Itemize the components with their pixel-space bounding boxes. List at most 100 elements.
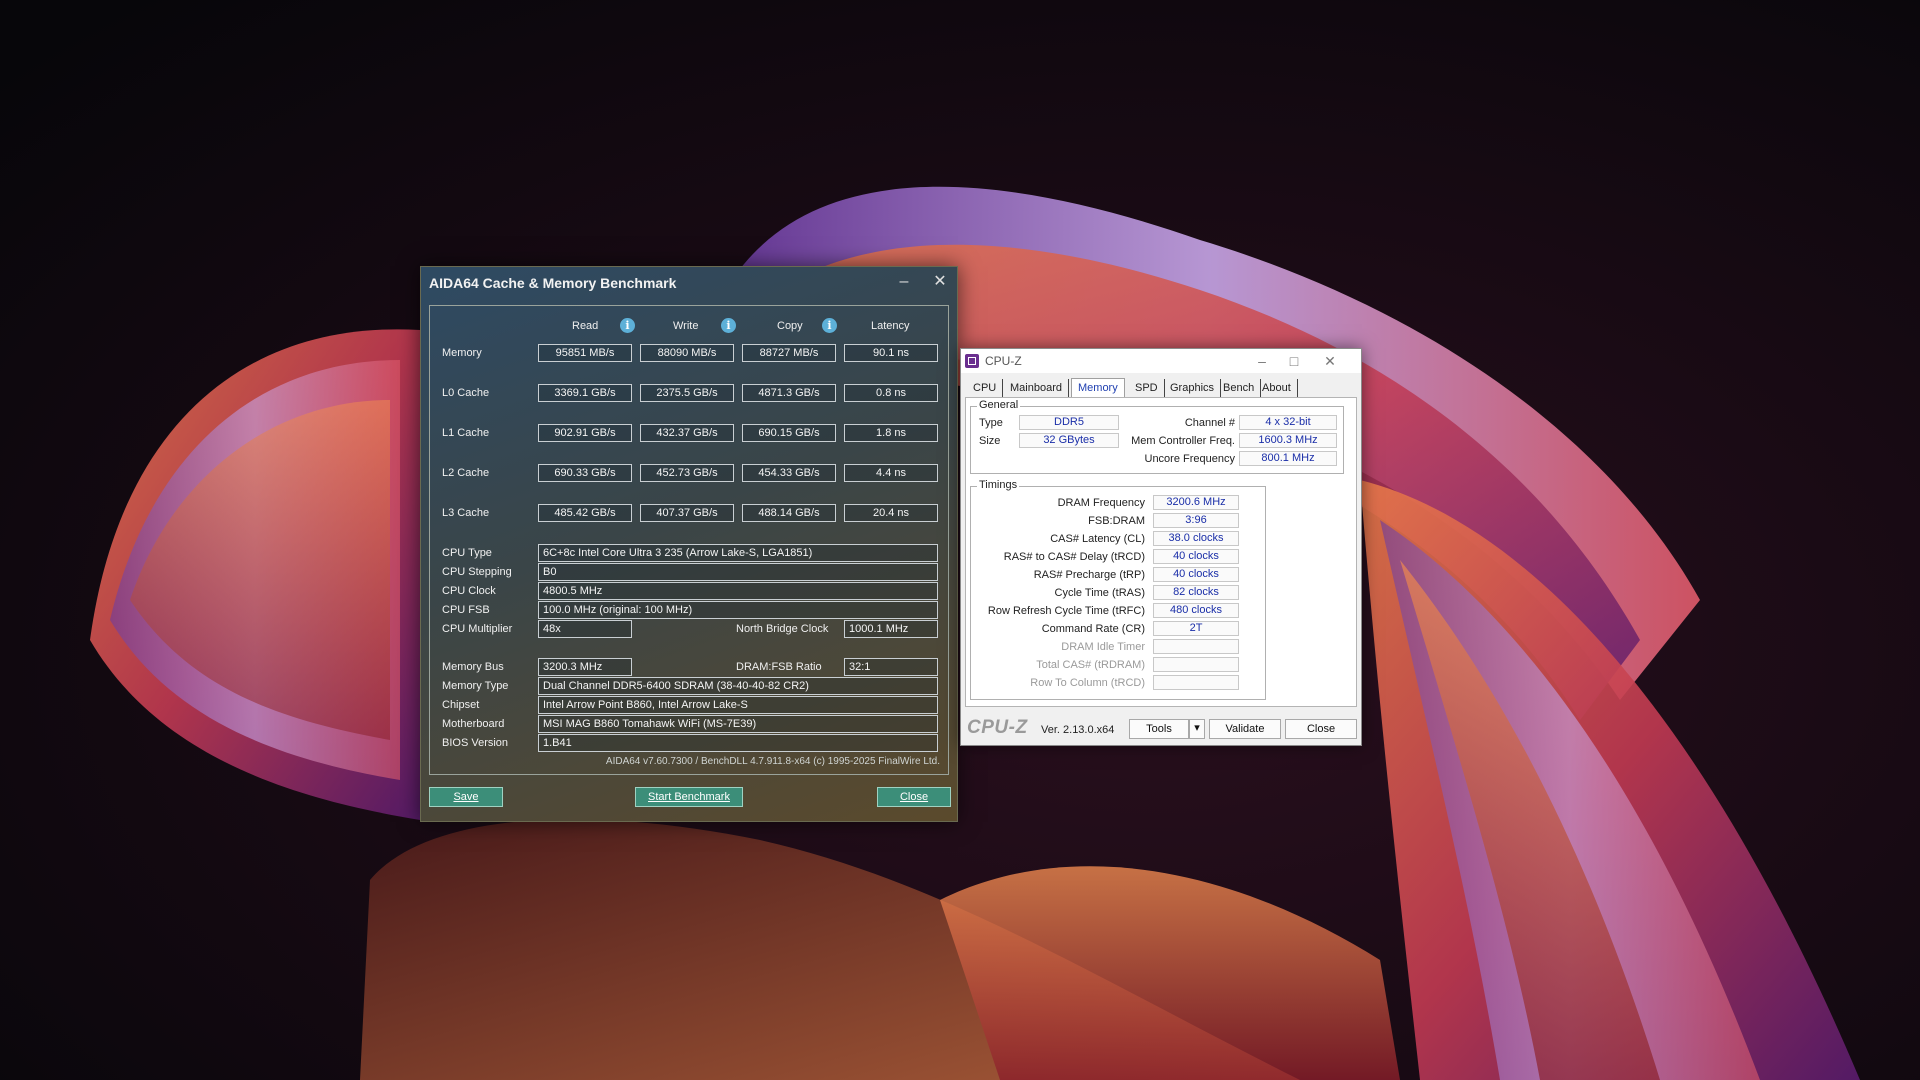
cpu-fsb-label: CPU FSB	[442, 604, 490, 616]
type-value: DDR5	[1019, 415, 1119, 430]
column-header-latency: Latency	[871, 320, 910, 332]
tab-bench[interactable]: Bench	[1217, 379, 1262, 397]
tab-mainboard[interactable]: Mainboard	[1004, 379, 1069, 397]
memory-type-value: Dual Channel DDR5-6400 SDRAM (38-40-40-8…	[538, 677, 938, 695]
l1-write-value: 432.37 GB/s	[640, 424, 734, 442]
channel-value: 4 x 32-bit	[1239, 415, 1337, 430]
minimize-icon[interactable]: –	[891, 271, 917, 293]
save-button[interactable]: Save	[429, 787, 503, 807]
chipset-value: Intel Arrow Point B860, Intel Arrow Lake…	[538, 696, 938, 714]
validate-button[interactable]: Validate	[1209, 719, 1281, 739]
l3-write-value: 407.37 GB/s	[640, 504, 734, 522]
row-label: L0 Cache	[442, 387, 490, 399]
memory-write-value: 88090 MB/s	[640, 344, 734, 362]
timing-label: Total CAS# (tRDRAM)	[1036, 659, 1145, 671]
chipset-label: Chipset	[442, 699, 480, 711]
maximize-icon[interactable]: □	[1281, 351, 1307, 371]
timing-label: DRAM Frequency	[1057, 497, 1145, 509]
start-benchmark-button[interactable]: Start Benchmark	[635, 787, 743, 807]
l1-read-value: 902.91 GB/s	[538, 424, 632, 442]
cpuz-bottom-bar: CPU-Z Ver. 2.13.0.x64 Tools ▾ Validate C…	[961, 711, 1361, 745]
timing-value: 38.0 clocks	[1153, 531, 1239, 546]
timing-value: 3:96	[1153, 513, 1239, 528]
nb-clock-label: North Bridge Clock	[736, 623, 829, 635]
timing-label: CAS# Latency (CL)	[1050, 533, 1145, 545]
l3-copy-value: 488.14 GB/s	[742, 504, 836, 522]
l0-latency-value: 0.8 ns	[844, 384, 938, 402]
timing-value: 82 clocks	[1153, 585, 1239, 600]
version-footer: AIDA64 v7.60.7300 / BenchDLL 4.7.911.8-x…	[605, 756, 940, 767]
timing-label: Cycle Time (tRAS)	[1054, 587, 1145, 599]
l0-write-value: 2375.5 GB/s	[640, 384, 734, 402]
version-label: Ver. 2.13.0.x64	[1041, 724, 1115, 736]
close-icon[interactable]: ✕	[1317, 351, 1343, 371]
column-header-copy: Copy	[777, 320, 803, 332]
timing-label: DRAM Idle Timer	[1061, 641, 1145, 653]
cpu-type-value: 6C+8c Intel Core Ultra 3 235 (Arrow Lake…	[538, 544, 938, 562]
write-info-icon[interactable]: i	[721, 318, 736, 333]
tab-about[interactable]: About	[1256, 379, 1298, 397]
memory-tab-content: General Type DDR5 Size 32 GBytes Channel…	[965, 397, 1357, 707]
memory-bus-label: Memory Bus	[442, 661, 504, 673]
aida64-benchmark-window: AIDA64 Cache & Memory Benchmark – ✕ Read…	[420, 266, 958, 822]
uncore-frequency-value: 800.1 MHz	[1239, 451, 1337, 466]
memory-type-label: Memory Type	[442, 680, 509, 692]
timing-value	[1153, 639, 1239, 654]
l1-copy-value: 690.15 GB/s	[742, 424, 836, 442]
timing-label: FSB:DRAM	[1088, 515, 1145, 527]
tab-cpu[interactable]: CPU	[967, 379, 1004, 397]
close-button[interactable]: Close	[877, 787, 951, 807]
memory-read-value: 95851 MB/s	[538, 344, 632, 362]
memory-latency-value: 90.1 ns	[844, 344, 938, 362]
cpu-fsb-value: 100.0 MHz (original: 100 MHz)	[538, 601, 938, 619]
timing-label: Row To Column (tRCD)	[1030, 677, 1145, 689]
row-label: L1 Cache	[442, 427, 490, 439]
timing-label: Row Refresh Cycle Time (tRFC)	[987, 605, 1145, 617]
motherboard-value: MSI MAG B860 Tomahawk WiFi (MS-7E39)	[538, 715, 938, 733]
cpu-multiplier-label: CPU Multiplier	[442, 623, 513, 635]
tools-button[interactable]: Tools	[1129, 719, 1189, 739]
column-header-read: Read	[572, 320, 599, 332]
cpu-stepping-value: B0	[538, 563, 938, 581]
close-icon[interactable]: ✕	[927, 271, 953, 293]
cpu-clock-value: 4800.5 MHz	[538, 582, 938, 600]
l1-latency-value: 1.8 ns	[844, 424, 938, 442]
timing-value: 480 clocks	[1153, 603, 1239, 618]
size-label: Size	[979, 435, 1001, 447]
copy-info-icon[interactable]: i	[822, 318, 837, 333]
close-button[interactable]: Close	[1285, 719, 1357, 739]
read-info-icon[interactable]: i	[620, 318, 635, 333]
l3-read-value: 485.42 GB/s	[538, 504, 632, 522]
tab-graphics[interactable]: Graphics	[1164, 379, 1222, 397]
cpuz-titlebar[interactable]: CPU-Z – □ ✕	[961, 349, 1361, 373]
timing-value	[1153, 657, 1239, 672]
general-group: General Type DDR5 Size 32 GBytes Channel…	[970, 399, 1344, 474]
cpu-stepping-label: CPU Stepping	[442, 566, 512, 578]
timing-value: 40 clocks	[1153, 549, 1239, 564]
mem-controller-freq-label: Mem Controller Freq.	[1131, 435, 1235, 447]
memory-copy-value: 88727 MB/s	[742, 344, 836, 362]
dram-fsb-label: DRAM:FSB Ratio	[736, 661, 822, 673]
l2-write-value: 452.73 GB/s	[640, 464, 734, 482]
cpuz-window: CPU-Z – □ ✕ CPU Mainboard Memory SPD Gra…	[960, 348, 1362, 746]
cpu-clock-label: CPU Clock	[442, 585, 496, 597]
cpuz-app-icon	[965, 354, 979, 368]
timing-label: RAS# Precharge (tRP)	[1033, 569, 1145, 581]
motherboard-label: Motherboard	[442, 718, 505, 730]
minimize-icon[interactable]: –	[1249, 351, 1275, 371]
l0-read-value: 3369.1 GB/s	[538, 384, 632, 402]
dram-fsb-value: 32:1	[844, 658, 938, 676]
timing-label: RAS# to CAS# Delay (tRCD)	[1003, 551, 1145, 563]
aida64-titlebar[interactable]: AIDA64 Cache & Memory Benchmark – ✕	[421, 267, 957, 297]
l2-read-value: 690.33 GB/s	[538, 464, 632, 482]
group-label: Timings	[977, 479, 1020, 491]
channel-label: Channel #	[1184, 417, 1235, 429]
benchmark-panel: Read i Write i Copy i Latency Memory 958…	[429, 305, 949, 775]
timing-value: 3200.6 MHz	[1153, 495, 1239, 510]
chevron-down-icon[interactable]: ▾	[1189, 719, 1205, 739]
row-label: L2 Cache	[442, 467, 490, 479]
timing-value	[1153, 675, 1239, 690]
l0-copy-value: 4871.3 GB/s	[742, 384, 836, 402]
tab-spd[interactable]: SPD	[1129, 379, 1165, 397]
tab-memory[interactable]: Memory	[1071, 378, 1125, 398]
